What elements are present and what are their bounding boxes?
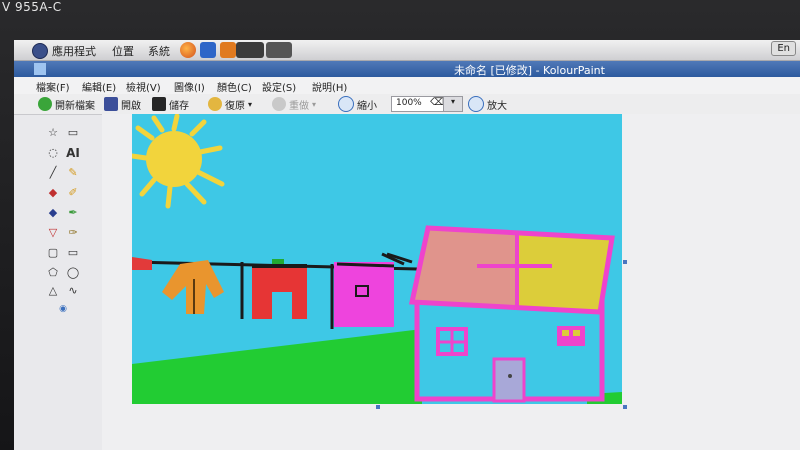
drawing-svg[interactable] [132, 114, 622, 404]
new-button[interactable]: 開新檔案 [38, 96, 95, 112]
firefox-launcher-icon[interactable] [180, 42, 196, 58]
free-select-tool-icon[interactable]: ☆ [44, 126, 62, 140]
polygon-tool-icon[interactable]: ⬠ [44, 266, 62, 280]
undo-button[interactable]: 復原 ▾ [208, 96, 252, 112]
system-panel: 應用程式 位置 系統 En [14, 40, 800, 61]
zoom-level-value: 100% [396, 98, 422, 108]
redo-dropdown-icon[interactable]: ▾ [312, 100, 316, 109]
workspace-launcher-icon[interactable] [266, 42, 292, 58]
keyboard-indicator[interactable]: En [771, 41, 796, 56]
new-button-label: 開新檔案 [55, 100, 95, 112]
kolourpaint-icon [34, 63, 46, 75]
panel-menu-places[interactable]: 位置 [112, 43, 134, 59]
draw-launcher-icon[interactable] [220, 42, 236, 58]
menu-colors[interactable]: 顏色(C) [217, 79, 252, 94]
brush-tool-icon[interactable]: ✐ [64, 186, 82, 200]
writer-launcher-icon[interactable] [200, 42, 216, 58]
window-title: 未命名 [已修改] - KolourPaint [454, 64, 605, 77]
resize-handle-bottom[interactable] [376, 405, 380, 409]
resize-handle-corner[interactable] [623, 405, 627, 409]
menu-file[interactable]: 檔案(F) [36, 79, 70, 94]
distro-logo-icon[interactable] [32, 43, 48, 59]
zoom-in-button[interactable]: 放大 [468, 96, 507, 112]
eraser-tool-icon[interactable]: ◆ [44, 186, 62, 200]
color-eraser-tool-icon[interactable]: ▽ [44, 226, 62, 240]
zoom-out-button-label: 縮小 [357, 100, 377, 112]
menu-edit[interactable]: 編輯(E) [82, 79, 116, 94]
redo-button-label: 重做 [289, 100, 309, 112]
zoom-level-combobox[interactable]: 100% ⌫ ▾ [391, 96, 463, 112]
menu-view[interactable]: 檢視(V) [126, 79, 161, 94]
ellipse-select-tool-icon[interactable]: ◌ [44, 146, 62, 160]
line-tool-icon[interactable]: ╱ [44, 166, 62, 180]
open-folder-icon [104, 97, 118, 111]
screen: 應用程式 位置 系統 En 未命名 [已修改] - KolourPaint 檔案… [14, 40, 800, 450]
redo-arrow-icon [272, 97, 286, 111]
zoom-dropdown-icon[interactable]: ▾ [443, 97, 462, 111]
monitor-model-label: V 955A-C [2, 0, 62, 14]
open-button-label: 開啟 [121, 100, 141, 112]
rectangle-tool-icon[interactable]: ▭ [64, 246, 82, 260]
undo-button-label: 復原 [225, 100, 245, 112]
fill-tool-icon[interactable]: ◆ [44, 206, 62, 220]
spraycan-tool-icon[interactable]: ✑ [64, 226, 82, 240]
panel-menu-applications[interactable]: 應用程式 [52, 43, 96, 59]
undo-dropdown-icon[interactable]: ▾ [248, 100, 252, 109]
rounded-rect-tool-icon[interactable]: ▢ [44, 246, 62, 260]
panel-menu-system[interactable]: 系統 [148, 43, 170, 59]
canvas-workspace[interactable] [102, 114, 800, 450]
save-button[interactable]: 儲存 [152, 96, 189, 112]
menu-settings[interactable]: 設定(S) [262, 79, 296, 94]
polyline-tool-icon[interactable]: △ [44, 284, 62, 298]
text-tool-icon[interactable]: AI [64, 146, 82, 160]
terminal-launcher-icon[interactable] [236, 42, 264, 58]
rect-select-tool-icon[interactable]: ▭ [64, 126, 82, 140]
zoom-in-icon [468, 96, 484, 112]
save-button-label: 儲存 [169, 100, 189, 112]
open-button[interactable]: 開啟 [104, 96, 141, 112]
menu-help[interactable]: 說明(H) [312, 79, 347, 94]
resize-handle-right[interactable] [623, 260, 627, 264]
menu-image[interactable]: 圖像(I) [174, 79, 205, 94]
drawing-canvas[interactable] [132, 114, 622, 404]
main-toolbar: 開新檔案 開啟 儲存 復原 ▾ 重做 ▾ 縮小 100% ⌫ ▾ 放大 [14, 94, 800, 115]
house-drawing [408, 225, 615, 403]
pen-tool-icon[interactable]: ✎ [64, 166, 82, 180]
redo-button[interactable]: 重做 ▾ [272, 96, 316, 112]
tool-option-icon[interactable]: ◉ [54, 302, 72, 316]
save-disk-icon [152, 97, 166, 111]
curve-tool-icon[interactable]: ∿ [64, 284, 82, 298]
ellipse-tool-icon[interactable]: ◯ [64, 266, 82, 280]
zoom-in-button-label: 放大 [487, 100, 507, 112]
color-picker-tool-icon[interactable]: ✒ [64, 206, 82, 220]
zoom-out-button[interactable]: 縮小 [338, 96, 377, 112]
tool-box: ☆ ▭ ◌ AI ╱ ✎ ◆ ✐ ◆ ✒ ▽ ✑ ▢ ▭ ⬠ ◯ △ ∿ ◉ [42, 122, 94, 314]
zoom-out-icon [338, 96, 354, 112]
new-file-icon [38, 97, 52, 111]
undo-arrow-icon [208, 97, 222, 111]
menu-bar: 檔案(F) 編輯(E) 檢視(V) 圖像(I) 顏色(C) 設定(S) 說明(H… [14, 77, 800, 95]
window-titlebar[interactable]: 未命名 [已修改] - KolourPaint [14, 61, 800, 77]
